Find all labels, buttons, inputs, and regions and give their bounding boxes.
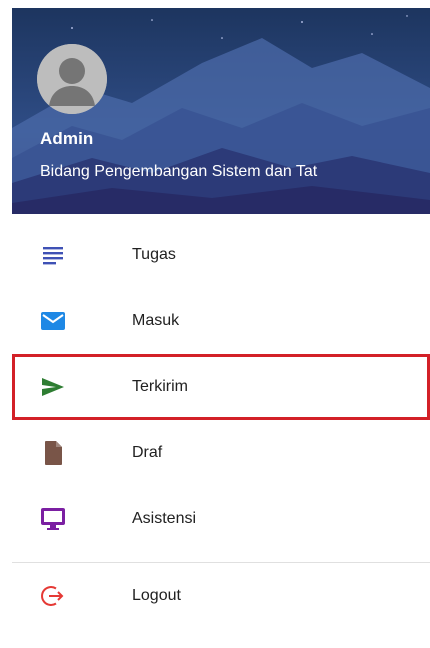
menu-item-label: Draf — [132, 444, 163, 461]
user-department: Bidang Pengembangan Sistem dan Tat — [40, 163, 318, 180]
drawer-header: Admin Bidang Pengembangan Sistem dan Tat — [12, 8, 430, 214]
menu-item-draf[interactable]: Draf — [12, 420, 430, 486]
menu-item-asistensi[interactable]: Asistensi — [12, 486, 430, 552]
navigation-drawer: Admin Bidang Pengembangan Sistem dan Tat… — [12, 8, 430, 648]
menu-item-tugas[interactable]: Tugas — [12, 222, 430, 288]
app-frame: Admin Bidang Pengembangan Sistem dan Tat… — [0, 0, 430, 648]
menu-item-label: Tugas — [132, 246, 176, 263]
menu-item-label: Asistensi — [132, 510, 197, 527]
file-icon — [38, 438, 68, 468]
drawer-menu: Tugas Masuk Terkirim Draf Asistensi Logo… — [12, 222, 430, 629]
send-icon — [38, 372, 68, 402]
person-icon — [37, 44, 107, 114]
logout-icon — [38, 581, 68, 611]
list-lines-icon — [38, 240, 68, 270]
user-avatar[interactable] — [37, 44, 107, 114]
menu-item-terkirim[interactable]: Terkirim — [12, 354, 430, 420]
menu-item-logout[interactable]: Logout — [12, 563, 430, 629]
menu-item-label: Logout — [132, 587, 181, 604]
envelope-icon — [38, 306, 68, 336]
user-name: Admin — [40, 129, 94, 148]
menu-item-masuk[interactable]: Masuk — [12, 288, 430, 354]
menu-item-label: Terkirim — [132, 378, 188, 395]
menu-item-label: Masuk — [132, 312, 180, 329]
monitor-icon — [38, 504, 68, 534]
